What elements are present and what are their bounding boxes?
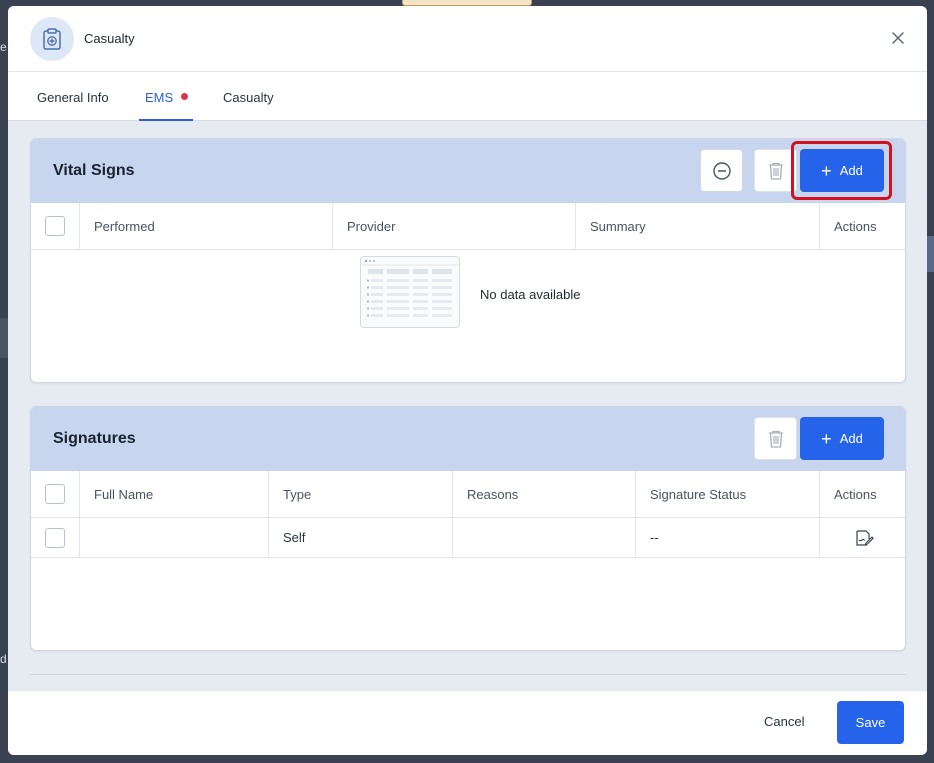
vital-signs-title: Vital Signs (53, 162, 135, 179)
dialog-title: Casualty (84, 31, 135, 46)
minus-circle-icon (712, 161, 731, 180)
column-actions: Actions (819, 203, 905, 250)
delete-signature-button[interactable] (754, 417, 797, 460)
close-icon[interactable] (889, 29, 907, 47)
content-divider (30, 674, 906, 675)
column-full-name[interactable]: Full Name (79, 471, 268, 518)
trash-icon (768, 430, 783, 448)
save-button[interactable]: Save (837, 701, 904, 744)
dialog-footer: Cancel Save (8, 690, 927, 755)
column-actions: Actions (819, 471, 905, 518)
tab-indicator-dot (181, 93, 189, 100)
background-text-fragment: e (0, 40, 7, 54)
cell-actions (819, 518, 905, 558)
cell-type: Self (268, 518, 452, 558)
signatures-title: Signatures (53, 430, 136, 447)
casualty-dialog: Casualty General Info EMS Casualty Vital… (8, 6, 927, 755)
empty-table-illustration (360, 256, 460, 328)
add-label: Add (839, 431, 863, 446)
column-provider[interactable]: Provider (332, 203, 575, 250)
trash-icon (768, 162, 783, 180)
signatures-table-header: Full Name Type Reasons Signature Status … (31, 471, 905, 518)
tab-casualty[interactable]: Casualty (223, 90, 274, 105)
column-signature-status[interactable]: Signature Status (635, 471, 819, 518)
add-signature-button[interactable]: + Add (800, 417, 884, 460)
tab-general-info[interactable]: General Info (37, 90, 109, 105)
column-type[interactable]: Type (268, 471, 452, 518)
background-panel (927, 236, 934, 272)
column-reasons[interactable]: Reasons (452, 471, 635, 518)
tab-ems[interactable]: EMS (145, 90, 189, 105)
background-panel (0, 318, 8, 358)
add-button-highlight (791, 141, 892, 200)
vital-signs-header: Vital Signs + Add (31, 139, 905, 203)
column-performed[interactable]: Performed (79, 203, 332, 250)
plus-icon: + (821, 428, 832, 449)
collapse-button[interactable] (700, 149, 743, 192)
cell-reasons (452, 518, 635, 558)
dialog-header: Casualty (8, 6, 927, 72)
sign-document-icon[interactable] (854, 529, 874, 547)
active-tab-underline (139, 119, 193, 121)
signatures-card: Signatures + Add Full Name Type Reasons … (30, 406, 906, 651)
cell-signature-status: -- (635, 518, 819, 558)
background-text-fragment: d (0, 652, 7, 666)
row-checkbox[interactable] (45, 528, 65, 548)
cell-full-name (79, 518, 268, 558)
tab-ems-label: EMS (145, 90, 174, 105)
vital-signs-table-header: Performed Provider Summary Actions (31, 203, 905, 250)
tab-bar: General Info EMS Casualty (8, 72, 927, 121)
signatures-header: Signatures + Add (31, 407, 905, 471)
empty-state-text: No data available (480, 287, 581, 302)
clipboard-medical-icon (30, 17, 74, 61)
table-row[interactable]: Self -- (31, 518, 905, 558)
select-all-checkbox[interactable] (45, 216, 65, 236)
column-summary[interactable]: Summary (575, 203, 819, 250)
cancel-button[interactable]: Cancel (758, 710, 810, 734)
vital-signs-card: Vital Signs + Add Performed Provider Sum… (30, 138, 906, 383)
select-all-checkbox[interactable] (45, 484, 65, 504)
